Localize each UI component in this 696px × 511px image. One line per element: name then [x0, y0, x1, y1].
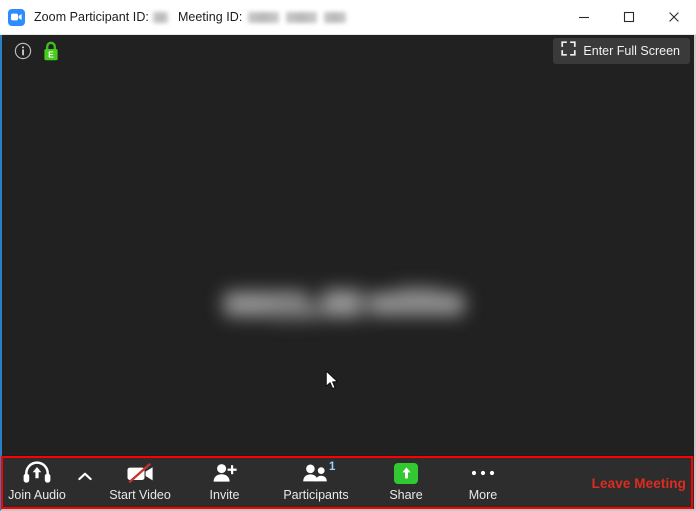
audio-options-caret-button[interactable] [72, 456, 98, 492]
svg-text:E: E [48, 49, 54, 59]
participants-button[interactable]: 1 Participants [267, 456, 365, 509]
join-audio-button[interactable]: Join Audio [2, 456, 72, 509]
maximize-button[interactable] [606, 0, 651, 34]
encryption-lock-icon[interactable]: E [41, 40, 61, 62]
participants-count-badge: 1 [329, 461, 336, 473]
meeting-id-redacted-part1 [248, 11, 280, 23]
window-controls [561, 0, 696, 34]
meeting-top-bar: E Enter Full Screen [2, 35, 694, 67]
green-share-up-arrow-icon [394, 460, 418, 486]
ellipsis-icon [469, 460, 497, 486]
video-camera-off-icon [124, 460, 156, 486]
minimize-button[interactable] [561, 0, 606, 34]
more-label: More [468, 488, 498, 502]
toolbar-items: Join Audio Start Video Invite 1 Particip… [2, 456, 519, 509]
meeting-toolbar: Join Audio Start Video Invite 1 Particip… [2, 455, 694, 509]
participants-label: Participants [283, 488, 349, 502]
participant-id-redacted [152, 11, 168, 23]
meeting-id-redacted-part3 [324, 11, 347, 23]
start-video-button[interactable]: Start Video [98, 456, 182, 509]
invite-button[interactable]: Invite [182, 456, 267, 509]
join-audio-label: Join Audio [8, 488, 66, 502]
expand-corners-icon [561, 41, 577, 61]
enter-full-screen-label: Enter Full Screen [583, 44, 680, 58]
close-button[interactable] [651, 0, 696, 34]
leave-meeting-button[interactable]: Leave Meeting [592, 476, 686, 491]
meeting-info-icon[interactable] [14, 42, 32, 60]
people-icon [300, 460, 332, 486]
invite-label: Invite [209, 488, 240, 502]
meeting-id-redacted-part2 [286, 11, 318, 23]
participant-name-redacted [210, 283, 484, 327]
window-title: Zoom Participant ID: Meeting ID: [34, 10, 347, 24]
share-label: Share [389, 488, 423, 502]
person-plus-icon [211, 460, 239, 486]
enter-full-screen-button[interactable]: Enter Full Screen [553, 38, 690, 64]
headset-join-audio-icon [22, 460, 52, 486]
share-screen-button[interactable]: Share [365, 456, 447, 509]
chevron-up-icon [78, 468, 92, 486]
zoom-meeting-window: Zoom Participant ID: Meeting ID: E Enter… [0, 0, 696, 511]
start-video-label: Start Video [109, 488, 171, 502]
zoom-app-icon [8, 8, 25, 26]
title-meeting-label: Meeting ID: [177, 10, 243, 24]
mouse-cursor [325, 370, 340, 392]
more-options-button[interactable]: More [447, 456, 519, 509]
title-participant-label: Zoom Participant ID: [34, 10, 149, 24]
window-titlebar: Zoom Participant ID: Meeting ID: [0, 0, 696, 35]
meeting-body: E Enter Full Screen Join Audio Start Vid… [0, 35, 696, 511]
